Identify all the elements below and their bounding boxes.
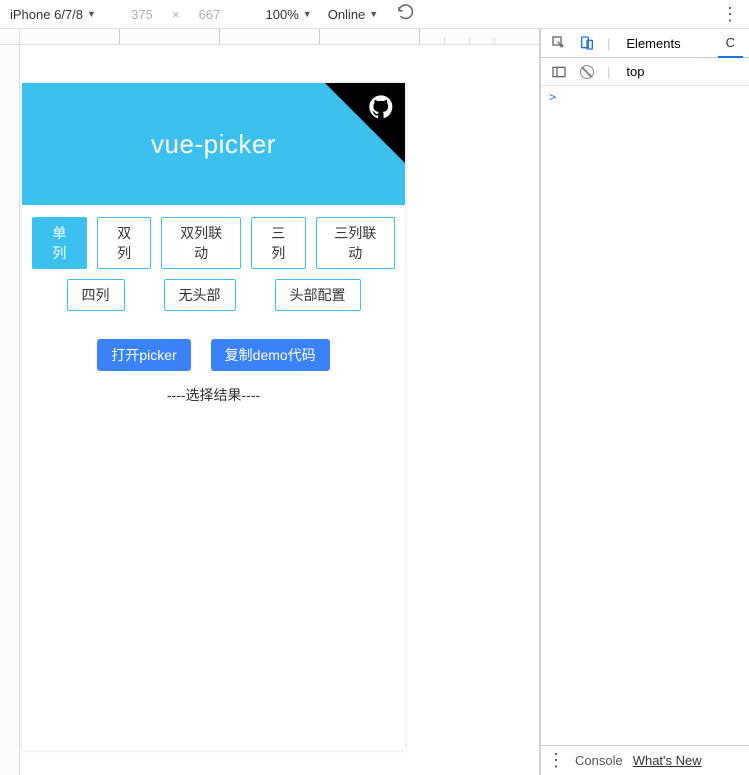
- sidebar-toggle-icon[interactable]: [547, 61, 571, 83]
- action-row: 打开picker 复制demo代码: [32, 339, 395, 371]
- option-double-col[interactable]: 双列: [97, 217, 152, 269]
- device-name: iPhone 6/7/8: [10, 7, 83, 22]
- network-selector[interactable]: Online ▼: [328, 7, 379, 22]
- option-triple-linked[interactable]: 三列联动: [316, 217, 395, 269]
- more-icon[interactable]: ⋮: [547, 750, 565, 771]
- console-body[interactable]: >: [541, 86, 749, 745]
- height-input[interactable]: 667: [190, 7, 230, 22]
- option-header-config[interactable]: 头部配置: [275, 279, 361, 311]
- separator: |: [607, 36, 610, 51]
- more-icon[interactable]: ⋮: [721, 4, 739, 25]
- device-toolbar: iPhone 6/7/8 ▼ 375 × 667 100% ▼ Online ▼…: [0, 0, 749, 29]
- open-picker-button[interactable]: 打开picker: [97, 339, 190, 371]
- copy-demo-button[interactable]: 复制demo代码: [211, 339, 330, 371]
- chevron-down-icon: ▼: [369, 9, 378, 19]
- preview-pane: vue-picker 单列 双列 双列联动 三列 三列联动 四列 无头部 头部配…: [0, 29, 540, 775]
- context-selector[interactable]: top: [618, 64, 652, 79]
- devtools-footer: ⋮ Console What's New: [541, 745, 749, 775]
- device-toggle-icon[interactable]: [575, 32, 599, 54]
- ruler-corner: [0, 29, 20, 45]
- app-title: vue-picker: [151, 129, 276, 160]
- options-container: 单列 双列 双列联动 三列 三列联动 四列 无头部 头部配置 打开picker …: [22, 205, 405, 417]
- footer-tab-console[interactable]: Console: [575, 753, 623, 768]
- tab-console-partial[interactable]: C: [718, 29, 743, 58]
- width-input[interactable]: 375: [122, 7, 162, 22]
- chevron-down-icon: ▼: [303, 9, 312, 19]
- console-prompt: >: [549, 90, 556, 104]
- github-icon[interactable]: [367, 93, 395, 126]
- network-value: Online: [328, 7, 366, 22]
- options-row-2: 四列 无头部 头部配置: [32, 279, 395, 311]
- rotate-icon[interactable]: [396, 4, 414, 25]
- app-header: vue-picker: [22, 83, 405, 205]
- tab-elements[interactable]: Elements: [618, 36, 688, 51]
- option-double-linked[interactable]: 双列联动: [161, 217, 240, 269]
- result-text: ----选择结果----: [32, 385, 395, 405]
- device-frame: vue-picker 单列 双列 双列联动 三列 三列联动 四列 无头部 头部配…: [22, 83, 405, 750]
- options-row-1: 单列 双列 双列联动 三列 三列联动: [32, 217, 395, 269]
- main-area: vue-picker 单列 双列 双列联动 三列 三列联动 四列 无头部 头部配…: [0, 29, 749, 775]
- separator: |: [607, 64, 610, 79]
- chevron-down-icon: ▼: [87, 9, 96, 19]
- console-toolbar: | top: [541, 58, 749, 86]
- device-selector[interactable]: iPhone 6/7/8 ▼: [10, 7, 96, 22]
- footer-tab-whatsnew[interactable]: What's New: [633, 753, 702, 768]
- option-quad-col[interactable]: 四列: [67, 279, 125, 311]
- clear-console-icon[interactable]: [575, 61, 599, 83]
- inspect-icon[interactable]: [547, 32, 571, 54]
- zoom-selector[interactable]: 100% ▼: [266, 7, 312, 22]
- ruler-vertical: [0, 45, 20, 775]
- devtools-pane: | Elements C | top > ⋮ Console What's Ne…: [540, 29, 749, 775]
- option-single-col[interactable]: 单列: [32, 217, 87, 269]
- option-no-header[interactable]: 无头部: [164, 279, 236, 311]
- zoom-value: 100%: [266, 7, 299, 22]
- devtools-tabs: | Elements C: [541, 29, 749, 58]
- option-triple-col[interactable]: 三列: [251, 217, 306, 269]
- ruler-horizontal: [20, 29, 539, 45]
- dimension-separator: ×: [172, 7, 180, 22]
